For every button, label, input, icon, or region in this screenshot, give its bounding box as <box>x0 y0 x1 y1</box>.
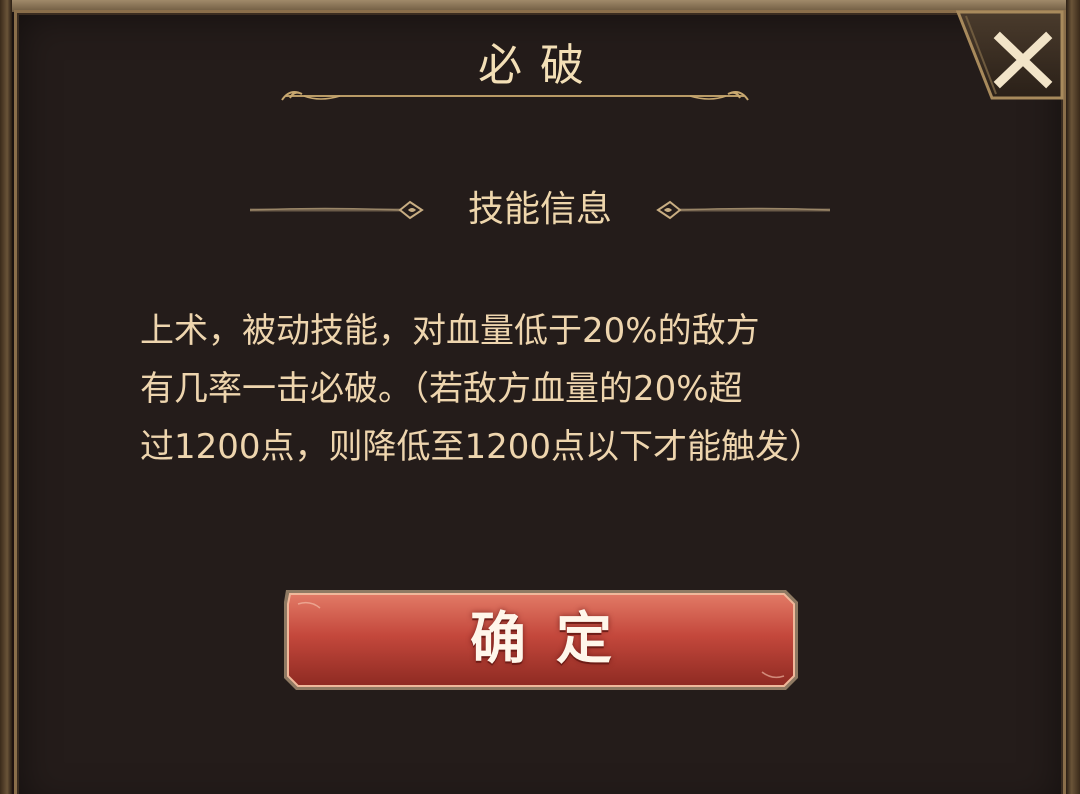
background-right-edge <box>1066 0 1080 794</box>
background-left-edge <box>0 0 12 794</box>
confirm-button[interactable]: 确定 <box>280 588 802 692</box>
description-line: 过1200点，则降低至1200点以下才能触发） <box>140 427 824 467</box>
section-title: 技能信息 <box>467 189 612 230</box>
game-screen: 必破 技能信息 上术，被动技能，对血量低于20%的敌方 有几率一击必破。（若敌方… <box>0 0 1080 794</box>
close-button[interactable] <box>955 10 1066 100</box>
description-line: 有几率一击必破。（若敌方血量的20%超 <box>140 369 743 409</box>
section-header: 技能信息 <box>0 186 1080 234</box>
description-line: 上术，被动技能，对血量低于20%的敌方 <box>140 311 760 351</box>
confirm-button-label: 确定 <box>470 607 642 672</box>
close-icon <box>955 10 1064 100</box>
skill-description: 上术，被动技能，对血量低于20%的敌方 有几率一击必破。（若敌方血量的20%超 … <box>140 302 970 476</box>
title-underline-ornament <box>281 91 749 101</box>
